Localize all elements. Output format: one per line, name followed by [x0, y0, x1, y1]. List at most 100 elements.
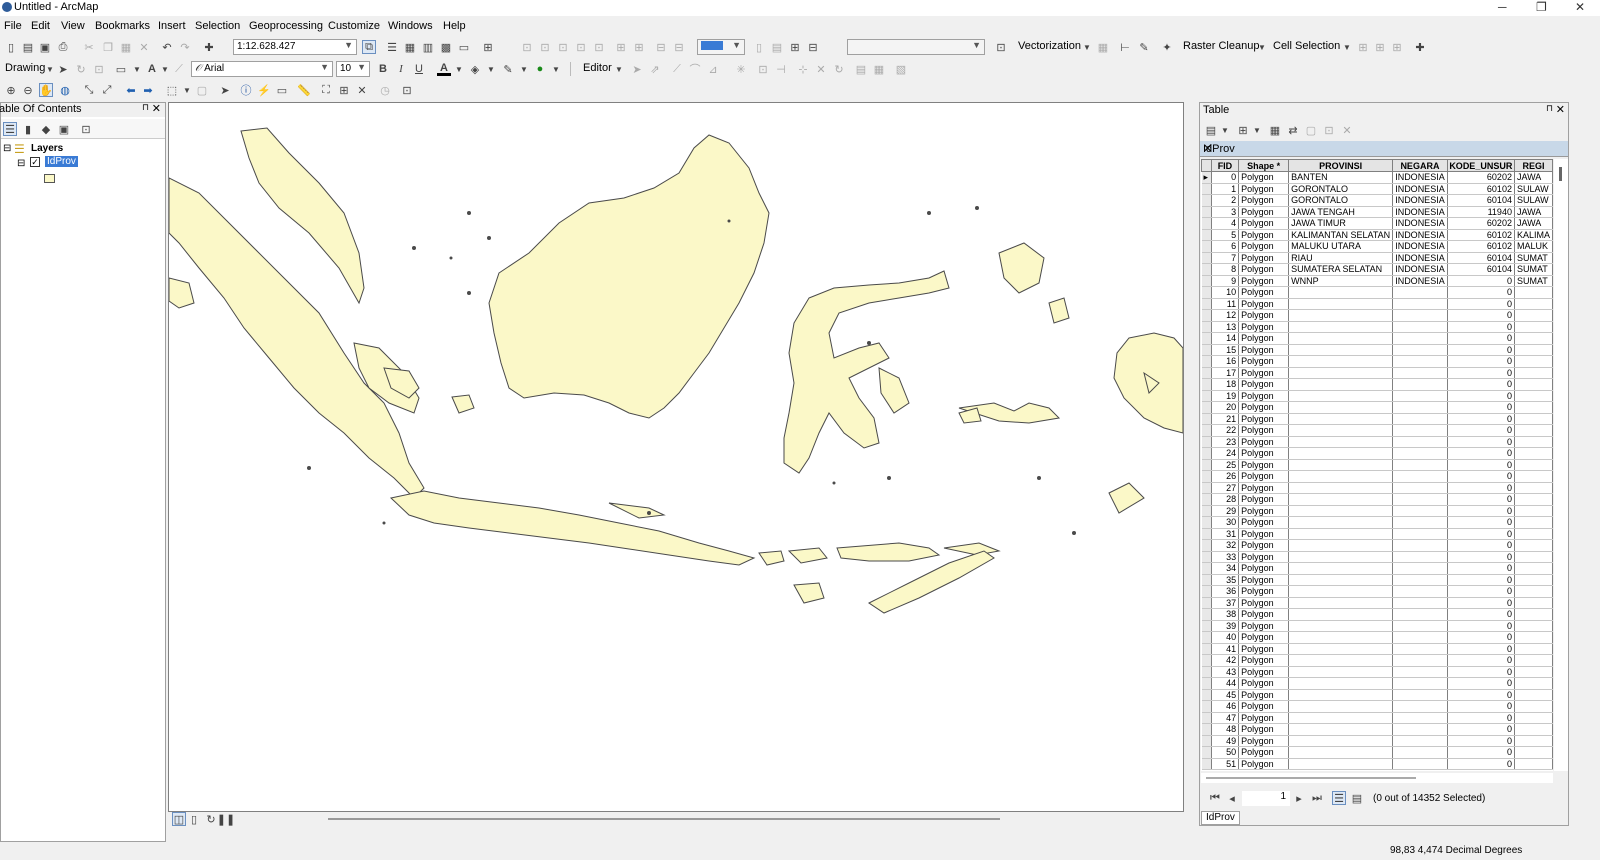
cell-negara[interactable]: [1392, 344, 1448, 356]
cell-kode-unsur[interactable]: 60102: [1447, 240, 1515, 253]
cell-kode-unsur[interactable]: 0: [1447, 447, 1515, 460]
cell-kode-unsur[interactable]: 0: [1447, 344, 1515, 356]
fixed-zoom-in-icon[interactable]: ⤡: [82, 83, 96, 97]
cell-regi[interactable]: [1514, 585, 1553, 598]
menu-bookmarks[interactable]: Bookmarks: [95, 20, 150, 32]
cell-negara[interactable]: [1392, 631, 1448, 644]
cell-kode-unsur[interactable]: 0: [1447, 436, 1515, 448]
cell-kode-unsur[interactable]: 0: [1447, 631, 1515, 644]
cell-regi[interactable]: SUMAT: [1514, 275, 1553, 287]
cell-provinsi[interactable]: [1288, 390, 1394, 402]
cell-provinsi[interactable]: [1288, 516, 1394, 529]
cell-fid[interactable]: 5: [1211, 229, 1240, 241]
table-row[interactable]: 20 Polygon 0: [1201, 401, 1553, 414]
table-row[interactable]: 26 Polygon 0: [1201, 470, 1553, 483]
marker-color-icon[interactable]: ●: [533, 62, 547, 76]
cell-negara[interactable]: INDONESIA: [1392, 217, 1448, 230]
cell-fid[interactable]: 0: [1211, 171, 1240, 184]
cell-kode-unsur[interactable]: 0: [1447, 723, 1515, 736]
cell-fid[interactable]: 42: [1211, 654, 1240, 667]
row-selector[interactable]: [1201, 332, 1212, 345]
cell-regi[interactable]: [1514, 666, 1553, 678]
cell-shape[interactable]: Polygon: [1238, 528, 1290, 540]
cell-fid[interactable]: 31: [1211, 528, 1240, 540]
cell-shape[interactable]: Polygon: [1238, 746, 1290, 759]
table-row[interactable]: 30 Polygon 0: [1201, 516, 1553, 529]
row-selector[interactable]: [1201, 643, 1212, 655]
cell-fid[interactable]: 7: [1211, 252, 1240, 264]
row-selector[interactable]: [1201, 631, 1212, 644]
cell-negara[interactable]: [1392, 551, 1448, 563]
row-selector-header[interactable]: [1201, 159, 1212, 172]
layout-view-icon[interactable]: ▯: [187, 812, 201, 826]
row-selector[interactable]: [1201, 539, 1212, 552]
table-row[interactable]: 6 Polygon MALUKU UTARA INDONESIA 60102 MALUK: [1201, 240, 1553, 253]
next-record-icon[interactable]: ▸: [1292, 791, 1306, 805]
cell-regi[interactable]: [1514, 735, 1553, 747]
cut-icon[interactable]: ✂: [82, 40, 96, 54]
cell-shape[interactable]: Polygon: [1238, 539, 1290, 552]
cell-kode-unsur[interactable]: 60202: [1447, 217, 1515, 230]
cell-provinsi[interactable]: [1288, 631, 1394, 644]
cell-kode-unsur[interactable]: 0: [1447, 355, 1515, 368]
related-tables-icon[interactable]: ⊞: [1236, 123, 1250, 137]
line-color-icon[interactable]: ✎: [501, 62, 515, 76]
table-row[interactable]: 17 Polygon 0: [1201, 367, 1553, 379]
menu-help[interactable]: Help: [443, 20, 466, 32]
table-row[interactable]: 5 Polygon KALIMANTAN SELATAN INDONESIA 60102…: [1201, 229, 1553, 241]
cell-negara[interactable]: [1392, 309, 1448, 322]
close-icon[interactable]: ✕: [152, 102, 161, 115]
chevron-down-icon[interactable]: ▼: [180, 83, 194, 97]
table-row[interactable]: 46 Polygon 0: [1201, 700, 1553, 713]
change-layout-icon[interactable]: ⊞: [788, 40, 802, 54]
undo-icon[interactable]: ↶: [160, 40, 174, 54]
cell-kode-unsur[interactable]: 0: [1447, 321, 1515, 333]
zoom-to-selected-icon[interactable]: ⊡: [1322, 123, 1336, 137]
cell-shape[interactable]: Polygon: [1238, 735, 1290, 747]
bold-button[interactable]: B: [376, 62, 390, 76]
fixed-zoom-out-icon[interactable]: ⤢: [100, 83, 114, 97]
chevron-down-icon[interactable]: ▼: [1080, 40, 1094, 54]
table-row[interactable]: 21 Polygon 0: [1201, 413, 1553, 425]
cell-kode-unsur[interactable]: 0: [1447, 700, 1515, 713]
cell-fid[interactable]: 17: [1211, 367, 1240, 379]
row-selector[interactable]: [1201, 597, 1212, 609]
cell-shape[interactable]: Polygon: [1238, 516, 1290, 529]
table-row[interactable]: 49 Polygon 0: [1201, 735, 1553, 747]
table-row[interactable]: 15 Polygon 0: [1201, 344, 1553, 356]
cell-shape[interactable]: Polygon: [1238, 436, 1290, 448]
copy-icon[interactable]: ❐: [101, 40, 115, 54]
model-builder-icon[interactable]: ⊞: [481, 40, 495, 54]
cell-provinsi[interactable]: [1288, 689, 1394, 701]
cell-regi[interactable]: [1514, 712, 1553, 724]
cell-negara[interactable]: INDONESIA: [1392, 275, 1448, 287]
row-selector[interactable]: [1201, 263, 1212, 276]
cell-regi[interactable]: [1514, 505, 1553, 517]
layout-tool-icon[interactable]: ⊟: [654, 40, 668, 54]
attribute-grid[interactable]: FID Shape * PROVINSI NEGARA KODE_UNSUR R…: [1201, 159, 1553, 771]
cell-shape[interactable]: Polygon: [1238, 643, 1290, 655]
cell-shape[interactable]: Polygon: [1238, 321, 1290, 333]
cell-kode-unsur[interactable]: 0: [1447, 275, 1515, 287]
edit-vertices-icon[interactable]: ⊡: [756, 62, 770, 76]
cell-regi[interactable]: [1514, 286, 1553, 299]
cell-negara[interactable]: [1392, 367, 1448, 379]
full-extent-icon[interactable]: ◍: [58, 83, 72, 97]
cell-shape[interactable]: Polygon: [1238, 689, 1290, 701]
cell-provinsi[interactable]: [1288, 309, 1394, 322]
cell-provinsi[interactable]: [1288, 436, 1394, 448]
paste-icon[interactable]: ▦: [119, 40, 133, 54]
cell-provinsi[interactable]: [1288, 493, 1394, 506]
layout-tool-icon[interactable]: ⊡: [574, 40, 588, 54]
edit-tool-icon[interactable]: ➤: [630, 62, 644, 76]
cell-provinsi[interactable]: [1288, 459, 1394, 471]
row-selector[interactable]: [1201, 355, 1212, 368]
table-row[interactable]: 47 Polygon 0: [1201, 712, 1553, 724]
raster-cleanup-icon[interactable]: ✦: [1160, 40, 1174, 54]
cell-provinsi[interactable]: [1288, 298, 1394, 310]
cell-fid[interactable]: 46: [1211, 700, 1240, 713]
cell-shape[interactable]: Polygon: [1238, 286, 1290, 299]
cell-provinsi[interactable]: [1288, 758, 1394, 770]
column-header-provinsi[interactable]: PROVINSI: [1288, 159, 1394, 172]
cell-shape[interactable]: Polygon: [1238, 263, 1290, 276]
